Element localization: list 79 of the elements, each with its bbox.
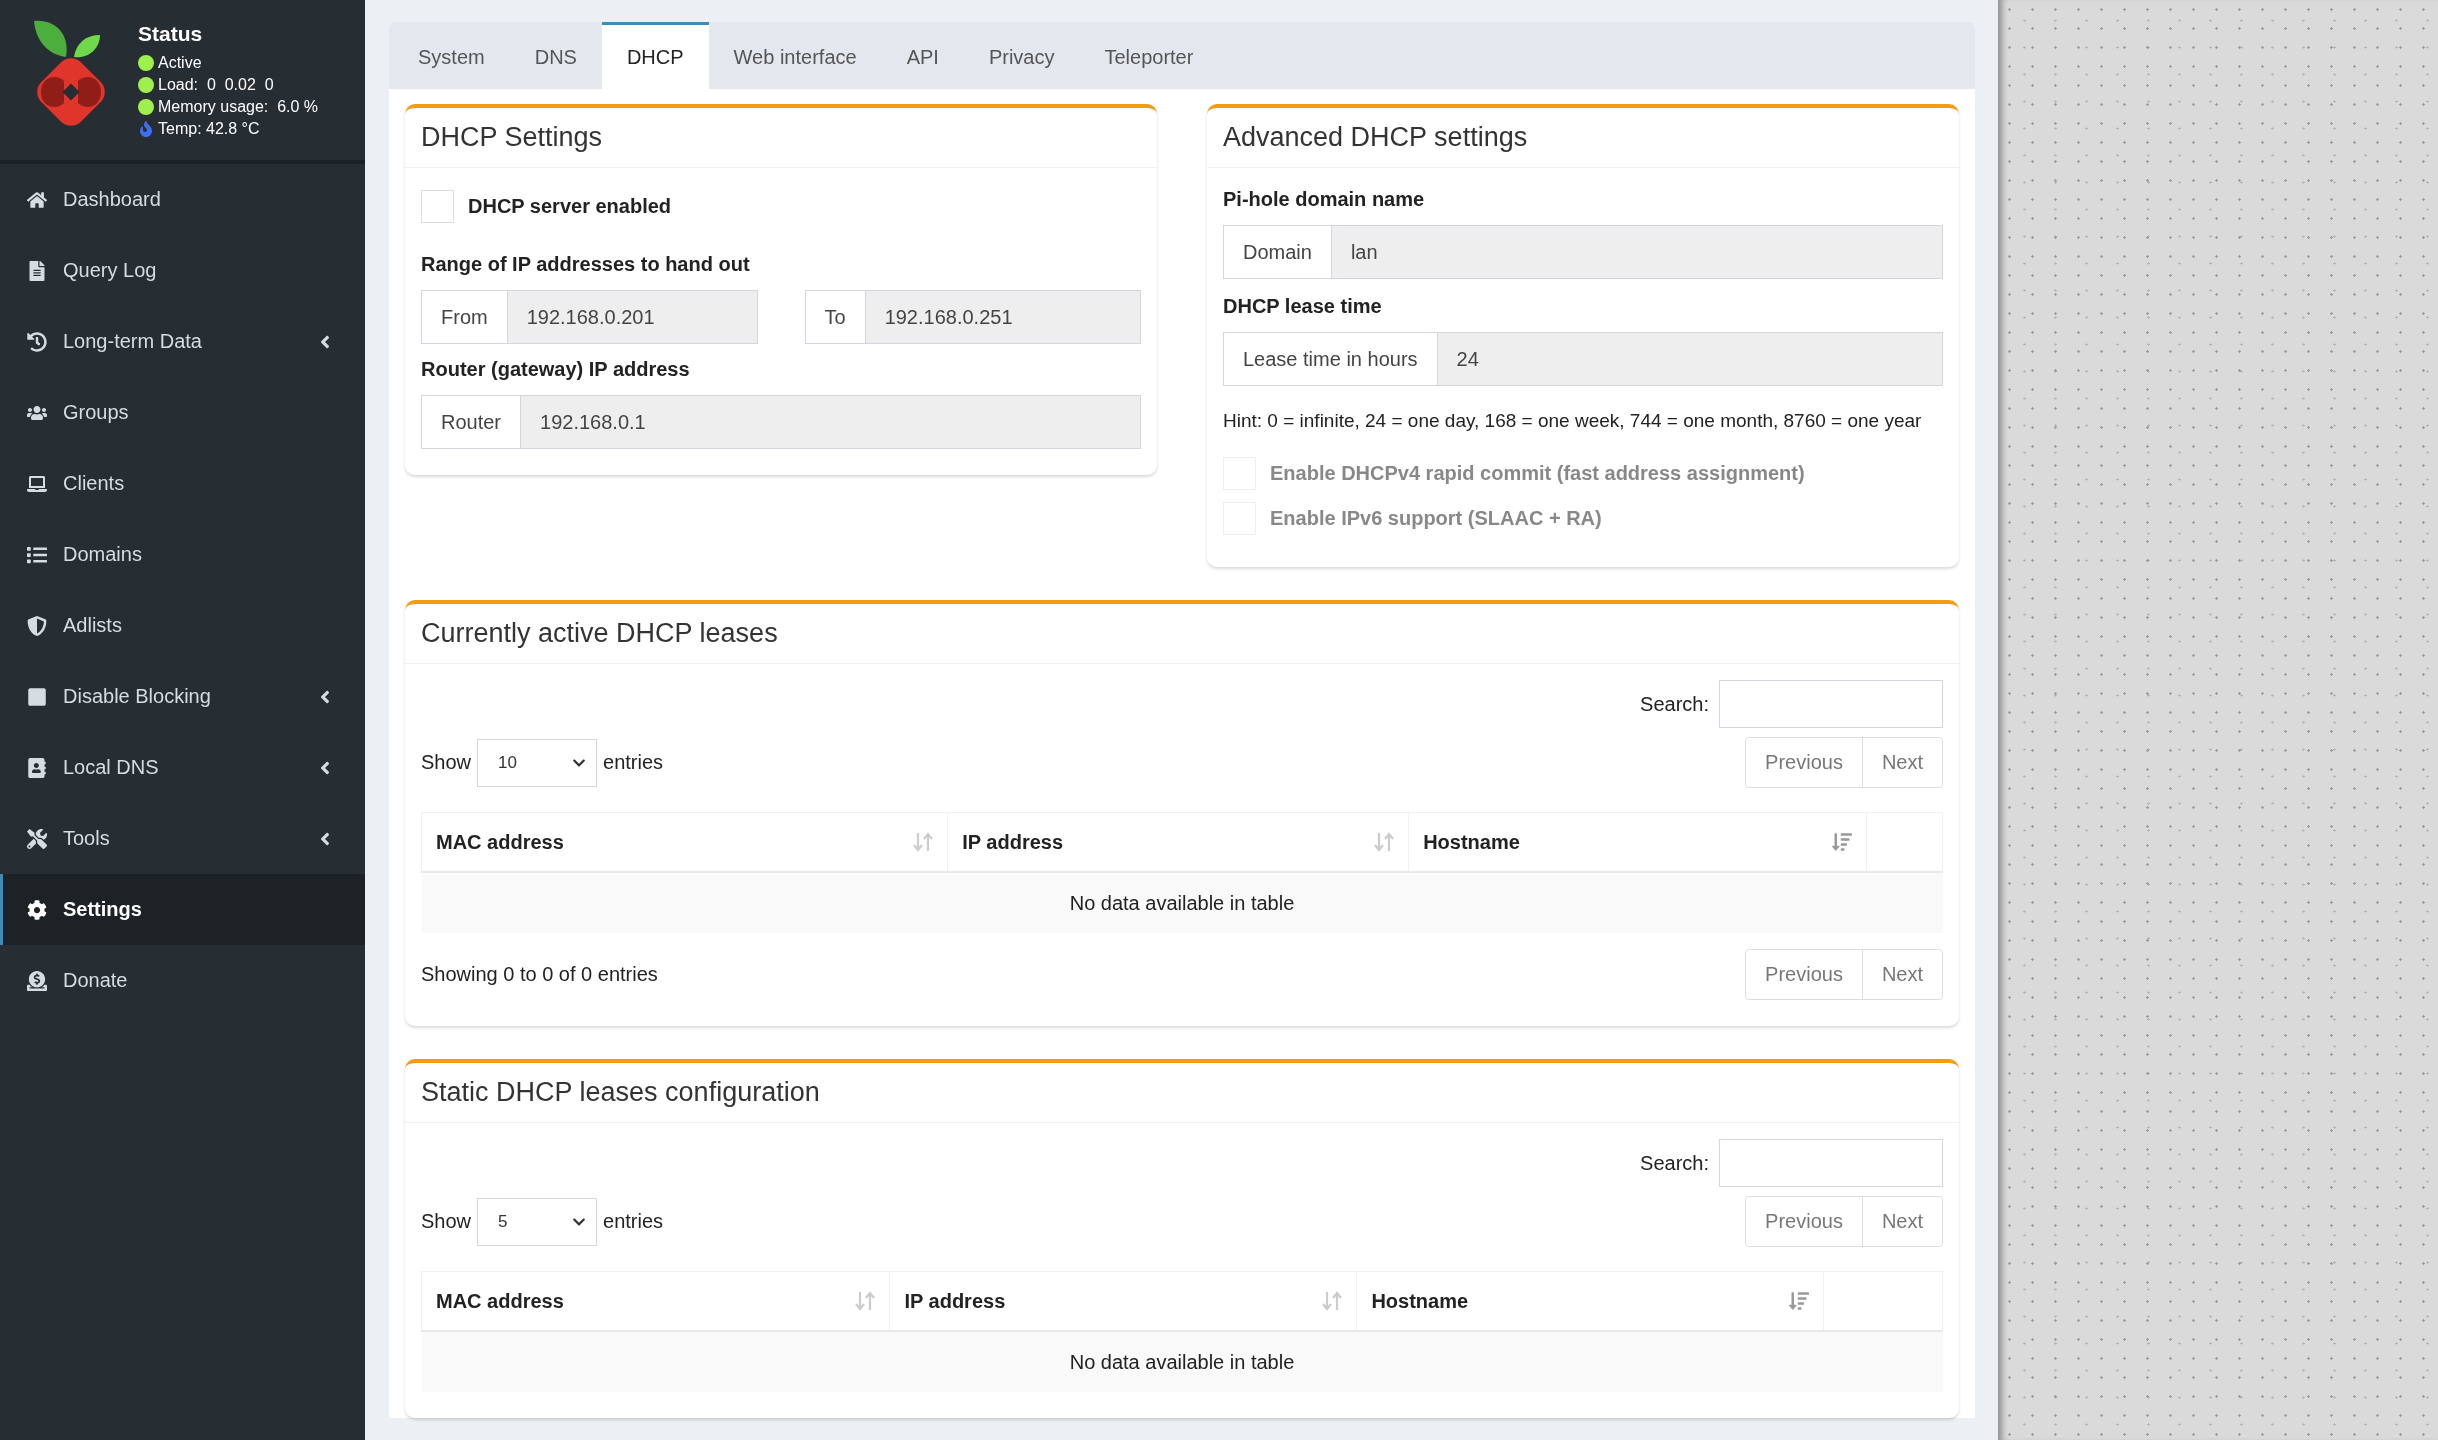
field-label: Pi-hole domain name xyxy=(1223,188,1426,211)
field-label: Range of IP addresses to hand out xyxy=(421,253,751,276)
status-text: Memory usage: 6.0 % xyxy=(158,98,319,116)
input-field[interactable]: 192.168.0.201 xyxy=(507,290,758,344)
status-dot xyxy=(138,55,154,71)
field-label: To xyxy=(804,290,866,344)
page-size-select[interactable]: 5 xyxy=(477,1197,598,1246)
history-icon xyxy=(27,331,47,352)
tools-icon xyxy=(27,828,47,849)
field-label: From xyxy=(421,290,508,344)
sort-icon[interactable] xyxy=(855,1290,876,1312)
checkbox-label[interactable]: DHCP server enabled xyxy=(421,184,1141,229)
donate-icon xyxy=(27,970,47,991)
tab[interactable]: System xyxy=(393,22,510,89)
empty-table-message: No data available in table xyxy=(421,1331,1943,1392)
status-text: Active xyxy=(158,54,202,72)
laptop-icon xyxy=(27,473,47,494)
field-label: Lease time in hours xyxy=(1223,332,1438,386)
page-size-select[interactable]: 10 xyxy=(477,738,598,787)
menu-item[interactable]: Groups xyxy=(0,377,365,448)
menu-item[interactable]: Local DNS xyxy=(0,732,365,803)
tab[interactable]: Privacy xyxy=(963,22,1080,89)
empty-table-message: No data available in table xyxy=(421,872,1943,933)
hint-text: Hint: 0 = infinite, 24 = one day, 168 = one week, 744 = one month, 8760 = one year xyxy=(1223,409,1923,433)
input-field[interactable]: lan xyxy=(1331,225,1943,279)
sort-icon[interactable] xyxy=(1374,831,1395,853)
menu-item[interactable]: Domains xyxy=(0,519,365,590)
field-label: Domain xyxy=(1223,225,1332,279)
menu-item[interactable]: Clients xyxy=(0,448,365,519)
input-field[interactable]: 192.168.0.251 xyxy=(865,290,1141,344)
status-text: Temp: 42.8 °C xyxy=(158,120,260,138)
document-icon xyxy=(27,260,47,281)
shield-icon xyxy=(27,615,47,636)
sort-ascending-icon[interactable] xyxy=(1789,1291,1810,1311)
search-field[interactable] xyxy=(1719,680,1943,728)
field-label: Router (gateway) IP address xyxy=(421,358,691,381)
tab[interactable]: Web interface xyxy=(708,22,882,89)
checkbox[interactable] xyxy=(421,190,454,223)
search-label: Search: xyxy=(1640,692,1709,716)
address-book-icon xyxy=(27,757,47,778)
field-label: Router xyxy=(421,395,522,449)
menu-item[interactable]: Long-term Data xyxy=(0,306,365,377)
search-field[interactable] xyxy=(1719,1139,1943,1187)
menu-item[interactable]: Tools xyxy=(0,803,365,874)
menu-item[interactable]: Query Log xyxy=(0,235,365,306)
menu-item[interactable]: Disable Blocking xyxy=(0,661,365,732)
search-label: Search: xyxy=(1640,1151,1709,1175)
tab[interactable]: DHCP xyxy=(601,22,709,89)
entries-label: entries xyxy=(603,1210,664,1233)
field-label: DHCP lease time xyxy=(1223,295,1383,318)
sort-ascending-icon[interactable] xyxy=(1831,832,1852,852)
input-field[interactable]: 24 xyxy=(1437,332,1943,386)
menu-item[interactable]: Settings xyxy=(0,874,365,945)
menu-item[interactable]: Dashboard xyxy=(0,164,365,235)
home-icon xyxy=(27,189,47,210)
table-info: Showing 0 to 0 of 0 entries xyxy=(421,963,658,986)
sort-icon[interactable] xyxy=(913,831,934,853)
tab[interactable]: DNS xyxy=(509,22,602,89)
card-title: DHCP Settings xyxy=(405,108,1157,168)
settings-icon xyxy=(27,899,47,920)
show-label: Show xyxy=(421,1210,472,1233)
tab[interactable]: API xyxy=(881,22,964,89)
card-title: Advanced DHCP settings xyxy=(1207,108,1959,168)
sort-icon[interactable] xyxy=(1322,1290,1343,1312)
status-title: Status xyxy=(138,22,204,46)
status-dot xyxy=(138,99,154,115)
input-field[interactable]: 192.168.0.1 xyxy=(521,395,1141,449)
menu-item[interactable]: Donate xyxy=(0,945,365,1016)
show-label: Show xyxy=(421,751,472,774)
status-text: Load: 0 0.02 0 xyxy=(158,76,274,94)
card-title: Currently active DHCP leases xyxy=(405,604,1959,664)
menu-item[interactable]: Adlists xyxy=(0,590,365,661)
flame-icon xyxy=(138,121,154,137)
entries-label: entries xyxy=(603,751,664,774)
status-dot xyxy=(138,77,154,93)
tab[interactable]: Teleporter xyxy=(1079,22,1219,89)
card-title: Static DHCP leases configuration xyxy=(405,1063,1959,1123)
list-icon xyxy=(27,544,47,565)
square-icon xyxy=(27,686,47,707)
